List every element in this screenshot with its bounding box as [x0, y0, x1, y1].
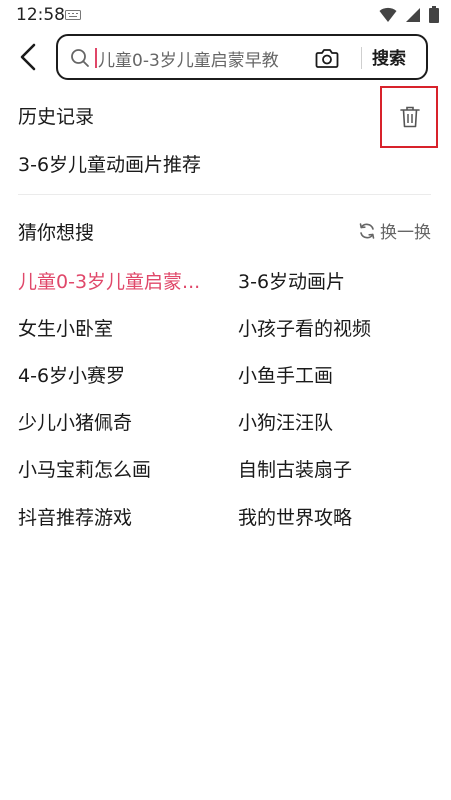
search-box[interactable]: 儿童0-3岁儿童启蒙早教 搜索 — [56, 34, 428, 80]
section-divider — [18, 194, 431, 195]
refresh-label: 换一换 — [380, 223, 431, 243]
history-item[interactable]: 3-6岁儿童动画片推荐 — [18, 150, 201, 177]
suggestions-title: 猜你想搜 — [18, 222, 95, 244]
keyboard-icon — [65, 10, 81, 20]
suggestion-item[interactable]: 小狗汪汪队 — [238, 408, 333, 435]
suggestion-item[interactable]: 3-6岁动画片 — [238, 267, 345, 294]
suggestion-item[interactable]: 儿童0-3岁儿童启蒙... — [18, 267, 200, 294]
battery-icon — [429, 6, 439, 23]
status-time: 12:58 — [16, 5, 65, 25]
status-bar: 12:58 — [0, 0, 451, 30]
search-input[interactable]: 儿童0-3岁儿童启蒙早教 — [98, 46, 279, 71]
suggestion-item[interactable]: 自制古装扇子 — [238, 455, 352, 482]
text-cursor — [95, 48, 97, 68]
suggestion-item[interactable]: 抖音推荐游戏 — [18, 503, 132, 530]
suggestion-item[interactable]: 小鱼手工画 — [238, 361, 333, 388]
clear-history-button[interactable] — [380, 86, 438, 148]
history-title: 历史记录 — [18, 106, 95, 128]
suggestion-item[interactable]: 小孩子看的视频 — [238, 314, 371, 341]
signal-icon — [406, 7, 420, 22]
suggestion-item[interactable]: 少儿小猪佩奇 — [18, 408, 132, 435]
status-icons — [379, 6, 439, 23]
suggestion-item[interactable]: 小马宝莉怎么画 — [18, 455, 151, 482]
suggestion-item[interactable]: 4-6岁小赛罗 — [18, 361, 125, 388]
search-button[interactable]: 搜索 — [372, 44, 406, 69]
refresh-icon — [359, 222, 375, 239]
suggestion-item[interactable]: 女生小卧室 — [18, 314, 113, 341]
trash-icon — [400, 106, 420, 128]
search-icon — [71, 49, 89, 67]
camera-icon[interactable] — [315, 47, 339, 69]
search-page: 12:58 儿童0-3岁儿童启蒙早教 搜索 历史记录 3-6岁儿童动画片推荐 猜… — [0, 0, 451, 800]
wifi-icon — [379, 7, 397, 22]
back-arrow-icon[interactable] — [12, 40, 46, 74]
suggestion-item[interactable]: 我的世界攻略 — [238, 503, 352, 530]
refresh-button[interactable]: 换一换 — [358, 218, 431, 243]
search-divider — [361, 47, 362, 69]
